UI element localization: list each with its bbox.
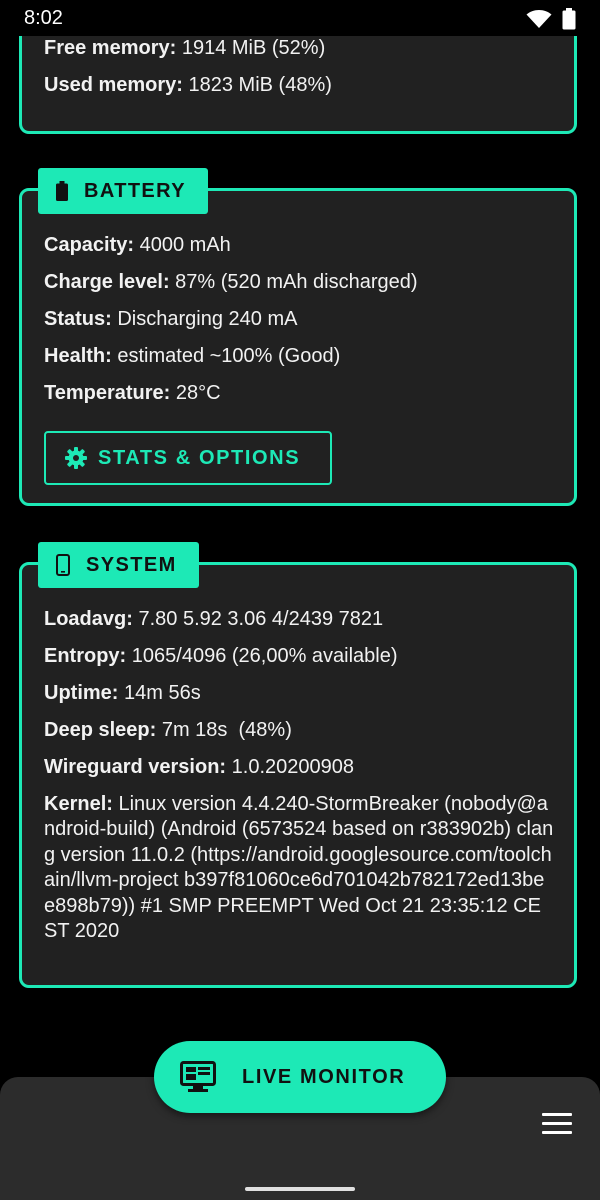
wireguard-label: Wireguard version: <box>44 756 227 778</box>
battery-icon <box>562 8 576 30</box>
phone-icon <box>56 554 70 576</box>
kernel-label: Kernel: <box>44 793 113 815</box>
status-value: Discharging 240 mA <box>111 308 298 330</box>
stats-options-button[interactable]: STATS & OPTIONS <box>44 431 332 485</box>
entropy-value: 1065/4096 (26,00% available) <box>126 645 398 667</box>
system-info: Loadavg: 7.80 5.92 3.06 4/2439 7821 Entr… <box>44 607 554 944</box>
entropy-label: Entropy: <box>44 645 127 667</box>
battery-card: BATTERY Capacity: 4000 mAh Charge level:… <box>19 168 577 506</box>
loadavg-label: Loadavg: <box>44 608 133 630</box>
status-bar: 8:02 <box>0 0 600 36</box>
battery-info: Capacity: 4000 mAh Charge level: 87% (52… <box>44 233 418 418</box>
battery-title: BATTERY <box>84 179 187 202</box>
system-row-kernel: Kernel: Linux version 4.4.240-StormBreak… <box>44 792 554 944</box>
health-label: Health: <box>44 345 112 367</box>
capacity-value: 4000 mAh <box>134 234 231 256</box>
status-time: 8:02 <box>24 7 63 29</box>
loadavg-value: 7.80 5.92 3.06 4/2439 7821 <box>132 608 384 630</box>
monitor-icon <box>180 1061 216 1093</box>
deep-sleep-label: Deep sleep: <box>44 719 157 741</box>
status-label: Status: <box>44 308 112 330</box>
system-card: SYSTEM Loadavg: 7.80 5.92 3.06 4/2439 78… <box>19 542 577 988</box>
system-card-header: SYSTEM <box>38 542 199 588</box>
hamburger-menu-icon[interactable] <box>542 1113 572 1135</box>
free-memory-value: 1914 MiB (52%) <box>176 37 326 59</box>
battery-row-status: Status: Discharging 240 mA <box>44 307 418 332</box>
system-row-entropy: Entropy: 1065/4096 (26,00% available) <box>44 644 554 669</box>
battery-row-health: Health: estimated ~100% (Good) <box>44 344 418 369</box>
uptime-value: 14m 56s <box>118 682 201 704</box>
system-row-wireguard: Wireguard version: 1.0.20200908 <box>44 755 554 780</box>
charge-level-value: 87% (520 mAh discharged) <box>169 271 418 293</box>
memory-row-used: Used memory: 1823 MiB (48%) <box>44 73 332 98</box>
wireguard-value: 1.0.20200908 <box>226 756 354 778</box>
live-monitor-button[interactable]: LIVE MONITOR <box>154 1041 446 1113</box>
uptime-label: Uptime: <box>44 682 119 704</box>
gesture-handle[interactable] <box>245 1187 355 1191</box>
system-row-loadavg: Loadavg: 7.80 5.92 3.06 4/2439 7821 <box>44 607 554 632</box>
battery-card-header: BATTERY <box>38 168 209 214</box>
memory-info: Free memory: 1914 MiB (52%) Used memory:… <box>44 36 332 110</box>
system-title: SYSTEM <box>86 553 177 576</box>
deep-sleep-value: 7m 18s (48%) <box>156 719 292 741</box>
battery-icon <box>56 181 68 201</box>
charge-level-label: Charge level: <box>44 271 170 293</box>
battery-row-temperature: Temperature: 28°C <box>44 381 418 406</box>
live-monitor-label: LIVE MONITOR <box>242 1065 406 1088</box>
used-memory-value: 1823 MiB (48%) <box>182 74 332 96</box>
temperature-value: 28°C <box>170 382 221 404</box>
capacity-label: Capacity: <box>44 234 135 256</box>
system-row-deep-sleep: Deep sleep: 7m 18s (48%) <box>44 718 554 743</box>
used-memory-label: Used memory: <box>44 74 183 96</box>
free-memory-label: Free memory: <box>44 37 177 59</box>
temperature-label: Temperature: <box>44 382 171 404</box>
memory-row-free: Free memory: 1914 MiB (52%) <box>44 36 332 61</box>
battery-row-charge: Charge level: 87% (520 mAh discharged) <box>44 270 418 295</box>
health-value: estimated ~100% (Good) <box>111 345 341 367</box>
battery-row-capacity: Capacity: 4000 mAh <box>44 233 418 258</box>
wifi-icon <box>526 10 552 28</box>
system-row-uptime: Uptime: 14m 56s <box>44 681 554 706</box>
kernel-value: Linux version 4.4.240-StormBreaker (nobo… <box>44 793 554 943</box>
gear-icon <box>64 446 88 470</box>
stats-options-label: STATS & OPTIONS <box>98 446 301 469</box>
